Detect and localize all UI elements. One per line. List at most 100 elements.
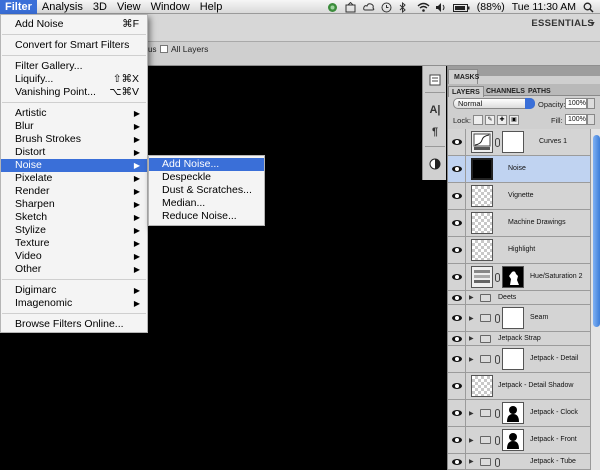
- disclosure-triangle-icon[interactable]: ▶: [469, 410, 474, 417]
- link-icon[interactable]: [495, 314, 500, 323]
- layer-thumbnail[interactable]: [471, 375, 493, 397]
- visibility-eye-icon[interactable]: [452, 315, 462, 321]
- link-icon[interactable]: [495, 273, 500, 282]
- menu-analysis[interactable]: Analysis: [37, 0, 88, 14]
- wifi-icon[interactable]: [417, 2, 430, 13]
- time-machine-icon[interactable]: [381, 2, 392, 13]
- fill-input[interactable]: 100%: [565, 114, 595, 125]
- opacity-input[interactable]: 100%: [565, 98, 595, 109]
- menu-item-stylize[interactable]: Stylize ▶: [1, 224, 147, 237]
- link-icon[interactable]: [495, 409, 500, 418]
- visibility-eye-icon[interactable]: [452, 193, 462, 199]
- layer-row[interactable]: Noise: [448, 156, 590, 183]
- layer-group-row[interactable]: ▶ Jetpack - Tube: [448, 454, 590, 470]
- disclosure-triangle-icon[interactable]: ▶: [469, 437, 474, 444]
- adjustments-icon[interactable]: [427, 156, 443, 172]
- visibility-eye-icon[interactable]: [452, 247, 462, 253]
- tab-paths[interactable]: PATHS: [525, 86, 554, 97]
- lock-image-icon[interactable]: ✎: [485, 115, 495, 125]
- lock-transparent-icon[interactable]: [473, 115, 483, 125]
- layer-row[interactable]: Vignette: [448, 183, 590, 210]
- layer-thumbnail[interactable]: [471, 185, 493, 207]
- tab-masks[interactable]: MASKS: [448, 69, 479, 84]
- layer-mask-thumbnail[interactable]: [502, 307, 524, 329]
- paragraph-icon[interactable]: ¶: [427, 124, 443, 140]
- menu-item-digimarc[interactable]: Digimarc ▶: [1, 284, 147, 297]
- visibility-eye-icon[interactable]: [452, 166, 462, 172]
- menu-item-other[interactable]: Other ▶: [1, 263, 147, 276]
- submenu-item-despeckle[interactable]: Despeckle: [149, 171, 264, 184]
- spotlight-search-icon[interactable]: [583, 2, 594, 13]
- battery-icon[interactable]: [452, 2, 470, 13]
- menu-3d[interactable]: 3D: [88, 0, 112, 14]
- layer-row[interactable]: Highlight: [448, 237, 590, 264]
- chevron-down-icon[interactable]: [525, 98, 535, 109]
- submenu-item-median[interactable]: Median...: [149, 197, 264, 210]
- menu-item-brush-strokes[interactable]: Brush Strokes ▶: [1, 133, 147, 146]
- submenu-item-add-noise[interactable]: Add Noise...: [149, 158, 264, 171]
- visibility-eye-icon[interactable]: [452, 139, 462, 145]
- menu-item-filter-gallery[interactable]: Filter Gallery...: [1, 60, 147, 73]
- layer-row[interactable]: Hue/Saturation 2: [448, 264, 590, 291]
- clock[interactable]: Tue 11:30 AM: [512, 1, 576, 13]
- visibility-eye-icon[interactable]: [452, 383, 462, 389]
- menu-item-texture[interactable]: Texture ▶: [1, 237, 147, 250]
- visibility-eye-icon[interactable]: [452, 336, 462, 342]
- menu-item-pixelate[interactable]: Pixelate ▶: [1, 172, 147, 185]
- disclosure-triangle-icon[interactable]: ▶: [469, 335, 474, 342]
- visibility-eye-icon[interactable]: [452, 274, 462, 280]
- layers-scrollbar[interactable]: [590, 129, 600, 470]
- layer-group-row[interactable]: ▶ Deets: [448, 291, 590, 305]
- all-layers-checkbox[interactable]: All Layers: [160, 44, 208, 54]
- character-icon[interactable]: A|: [427, 102, 443, 118]
- menu-window[interactable]: Window: [146, 0, 195, 14]
- layer-thumbnail[interactable]: [471, 212, 493, 234]
- opacity-slider-button[interactable]: [587, 98, 595, 109]
- fill-slider-button[interactable]: [587, 114, 595, 125]
- menu-filter[interactable]: Filter: [0, 0, 37, 14]
- visibility-eye-icon[interactable]: [452, 220, 462, 226]
- menu-item-distort[interactable]: Distort ▶: [1, 146, 147, 159]
- visibility-eye-icon[interactable]: [452, 295, 462, 301]
- layer-thumbnail[interactable]: [471, 239, 493, 261]
- checkbox-box[interactable]: [160, 45, 168, 53]
- cloud-icon[interactable]: [362, 2, 375, 13]
- visibility-eye-icon[interactable]: [452, 437, 462, 443]
- blend-mode-select[interactable]: Normal: [453, 98, 535, 109]
- menu-item-blur[interactable]: Blur ▶: [1, 120, 147, 133]
- visibility-eye-icon[interactable]: [452, 410, 462, 416]
- menu-item-browse-filters[interactable]: Browse Filters Online...: [1, 318, 147, 331]
- menu-item-imagenomic[interactable]: Imagenomic ▶: [1, 297, 147, 310]
- menu-item-liquify[interactable]: Liquify... ⇧⌘X: [1, 73, 147, 86]
- link-icon[interactable]: [495, 138, 500, 147]
- layer-group-row[interactable]: ▶ Seam: [448, 305, 590, 332]
- menu-item-artistic[interactable]: Artistic ▶: [1, 107, 147, 120]
- lock-all-icon[interactable]: ▣: [509, 115, 519, 125]
- submenu-item-dust-scratches[interactable]: Dust & Scratches...: [149, 184, 264, 197]
- layer-group-row[interactable]: ▶ Jetpack - Front: [448, 427, 590, 454]
- layer-group-row[interactable]: ▶ Jetpack Strap: [448, 332, 590, 346]
- menu-item-sketch[interactable]: Sketch ▶: [1, 211, 147, 224]
- lock-position-icon[interactable]: ✚: [497, 115, 507, 125]
- layer-mask-thumbnail[interactable]: [502, 266, 524, 288]
- layer-row[interactable]: Curves 1: [448, 129, 590, 156]
- volume-icon[interactable]: [435, 2, 446, 13]
- visibility-eye-icon[interactable]: [452, 356, 462, 362]
- disclosure-triangle-icon[interactable]: ▶: [469, 294, 474, 301]
- menu-item-last-filter[interactable]: Add Noise ⌘F: [1, 18, 147, 31]
- menu-help[interactable]: Help: [195, 0, 228, 14]
- layer-row[interactable]: Machine Drawings: [448, 210, 590, 237]
- menu-item-sharpen[interactable]: Sharpen ▶: [1, 198, 147, 211]
- workspace-switcher[interactable]: ESSENTIALS: [531, 18, 594, 29]
- scrollbar-thumb[interactable]: [593, 135, 600, 327]
- tab-layers[interactable]: LAYERS: [448, 86, 484, 97]
- link-icon[interactable]: [495, 458, 500, 467]
- menu-item-noise[interactable]: Noise ▶: [1, 159, 147, 172]
- submenu-item-reduce-noise[interactable]: Reduce Noise...: [149, 210, 264, 223]
- layer-mask-thumbnail[interactable]: [502, 131, 524, 153]
- menu-item-vanishing-point[interactable]: Vanishing Point... ⌥⌘V: [1, 86, 147, 99]
- layer-row[interactable]: Jetpack - Detail Shadow: [448, 373, 590, 400]
- link-icon[interactable]: [495, 355, 500, 364]
- bluetooth-icon[interactable]: [399, 1, 410, 13]
- workspace-chevron-icon[interactable]: ▼: [589, 21, 596, 28]
